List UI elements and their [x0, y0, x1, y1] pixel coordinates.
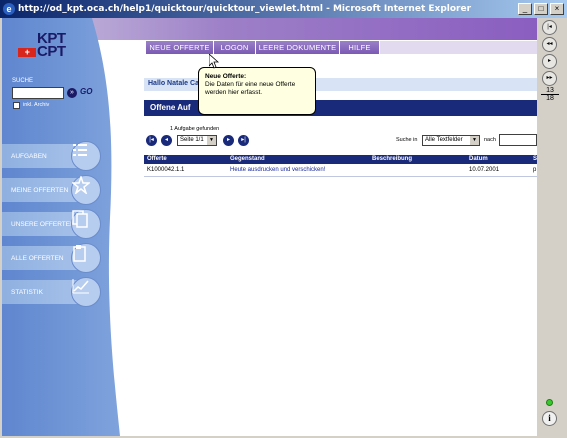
sidebar-item-statistik[interactable]: STATISTIK — [2, 276, 114, 308]
tab-leere-dokumente[interactable]: LEERE DOKUMENTE — [256, 41, 340, 54]
nach-input[interactable] — [499, 134, 537, 146]
last-page-button[interactable]: ▸| — [238, 135, 249, 146]
column-header-gegenstand[interactable]: Gegenstand — [230, 156, 265, 162]
go-arrow-icon[interactable]: » — [67, 88, 77, 98]
sidebar-item-label: UNSERE OFFERTEN — [11, 220, 75, 228]
page-select[interactable]: Seite 1/1 ▼ — [177, 135, 217, 146]
window-titlebar: e http://od_kpt.oca.ch/help1/quicktour/q… — [0, 0, 567, 18]
sidebar-item-label: STATISTIK — [11, 288, 43, 296]
search-label: SUCHE — [12, 78, 34, 84]
mouse-cursor-icon — [209, 54, 219, 69]
internet-explorer-icon: e — [3, 3, 15, 15]
logo-cpt-row: + CPT — [18, 43, 78, 60]
column-header-datum[interactable]: Datum — [469, 156, 488, 162]
swiss-cross-icon: + — [18, 47, 36, 57]
sidebar-item-aufgaben[interactable]: AUFGABEN — [2, 140, 114, 172]
sidebar-item-meine-offerten[interactable]: MEINE OFFERTEN — [2, 174, 114, 206]
page-select-value: Seite 1/1 — [180, 137, 204, 143]
prev-page-button[interactable]: ◂ — [161, 135, 172, 146]
player-controls: |◂ ◂◂ ▸ ▸▸ 13 18 i — [537, 18, 565, 436]
sidebar-item-label: ALLE OFFERTEN — [11, 254, 64, 262]
browser-content: KPT + CPT SUCHE » GO inkl. Archiv AUFGABE… — [2, 18, 565, 436]
section-title: Offene Auf — [150, 103, 191, 112]
cell-s: p — [533, 167, 537, 173]
current-slide: 13 — [541, 87, 559, 95]
sidebar: KPT + CPT SUCHE » GO inkl. Archiv AUFGABE… — [2, 18, 130, 436]
column-header-offerte[interactable]: Offerte — [147, 156, 167, 162]
header-band — [92, 18, 537, 40]
column-header-beschreibung[interactable]: Beschreibung — [372, 156, 412, 162]
nach-label: nach — [484, 137, 496, 143]
close-button[interactable]: × — [550, 3, 564, 15]
star-icon — [71, 175, 101, 205]
window-title: http://od_kpt.oca.ch/help1/quicktour/qui… — [18, 4, 472, 14]
cell-offerte: K1000042.1.1 — [147, 167, 185, 173]
total-slides: 18 — [546, 95, 554, 102]
tooltip-text: Die Daten für eine neue Offerte werden h… — [205, 81, 296, 96]
window-controls: _ □ × — [518, 3, 564, 15]
tab-neue-offerte[interactable]: NEUE OFFERTE — [146, 41, 214, 54]
search-in-select[interactable]: Alle Textfelder ▼ — [422, 135, 480, 146]
sidebar-item-unsere-offerten[interactable]: UNSERE OFFERTEN — [2, 208, 114, 240]
archive-checkbox[interactable] — [13, 102, 20, 109]
results-count: 1 Aufgabe gefunden — [170, 126, 220, 132]
logo-cpt: CPT — [37, 43, 66, 60]
cell-gegenstand-link[interactable]: Heute ausdrucken und verschicken! — [230, 167, 325, 173]
status-indicator-icon — [546, 399, 553, 406]
kpt-logo: KPT + CPT — [18, 31, 78, 60]
folder-icon — [71, 243, 101, 273]
sidebar-item-label: AUFGABEN — [11, 152, 47, 160]
archive-label: inkl. Archiv — [23, 102, 50, 108]
first-slide-button[interactable]: |◂ — [542, 20, 557, 35]
table-row-divider — [144, 176, 537, 177]
play-button[interactable]: ▸ — [542, 54, 557, 69]
next-page-button[interactable]: ▸ — [223, 135, 234, 146]
sidebar-item-alle-offerten[interactable]: ALLE OFFERTEN — [2, 242, 114, 274]
go-button[interactable]: GO — [80, 87, 92, 96]
documents-icon — [71, 209, 101, 239]
forward-button[interactable]: ▸▸ — [542, 71, 557, 86]
list-icon — [71, 141, 101, 171]
sidebar-item-label: MEINE OFFERTEN — [11, 186, 69, 194]
chevron-down-icon: ▼ — [470, 136, 479, 145]
maximize-button[interactable]: □ — [534, 3, 548, 15]
tooltip: Neue Offerte: Die Daten für eine neue Of… — [198, 67, 316, 115]
tab-logon[interactable]: LOGON — [214, 41, 256, 54]
search-in-value: Alle Textfelder — [425, 137, 463, 143]
first-page-button[interactable]: |◂ — [146, 135, 157, 146]
search-input[interactable] — [12, 87, 64, 99]
menu-filler — [380, 41, 537, 54]
search-in-label: Suche in — [396, 137, 418, 143]
rewind-button[interactable]: ◂◂ — [542, 37, 557, 52]
tab-hilfe[interactable]: HILFE — [340, 41, 380, 54]
cell-datum: 10.07.2001 — [469, 167, 500, 173]
slide-counter: 13 18 — [541, 87, 559, 102]
greeting-text: Hallo Natale Ca — [148, 80, 199, 87]
minimize-button[interactable]: _ — [518, 3, 532, 15]
tooltip-title: Neue Offerte: — [205, 73, 247, 80]
chevron-down-icon: ▼ — [207, 136, 216, 145]
info-button[interactable]: i — [542, 411, 557, 426]
chart-icon — [71, 277, 101, 307]
